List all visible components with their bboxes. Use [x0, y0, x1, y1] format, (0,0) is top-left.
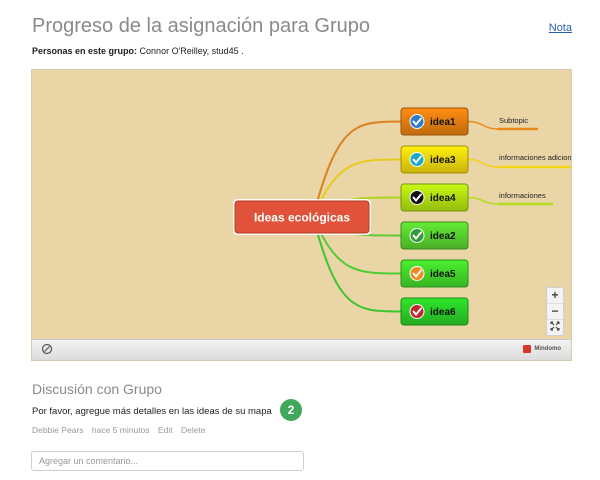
mindomo-logo: Mindomo [523, 345, 561, 353]
node-label: idea4 [430, 193, 456, 204]
zoom-in-button[interactable]: + [547, 288, 563, 303]
mindmap-node[interactable]: idea5 [400, 259, 469, 288]
mindmap-toolbar: Mindomo [32, 339, 571, 360]
mindomo-logo-icon [523, 345, 532, 353]
edit-comment-link[interactable]: Edit [158, 425, 173, 435]
subtopic-label: Subtopic [499, 116, 528, 125]
fit-screen-button[interactable] [547, 319, 563, 335]
comment-time: hace 5 minutos [91, 425, 150, 435]
check-icon [409, 304, 425, 319]
comment-count-badge: 2 [280, 399, 302, 421]
node-label: idea2 [430, 231, 456, 242]
check-icon [409, 228, 425, 243]
check-icon [409, 114, 425, 129]
page-title: Progreso de la asignación para Grupo [32, 15, 370, 37]
subtopic[interactable]: Subtopic [467, 116, 538, 131]
mindmap-node[interactable]: idea4 [400, 183, 469, 212]
check-icon [409, 190, 425, 205]
comment-meta: Debbie Pears hace 5 minutos Edit Delete [32, 425, 212, 435]
node-label: idea3 [430, 155, 456, 166]
comment-author: Debbie Pears [32, 425, 84, 435]
comment-input[interactable] [31, 451, 304, 471]
members-value: Connor O'Reilley, stud45 . [139, 46, 244, 56]
subtopic-label: informaciones adicionales [499, 153, 571, 162]
nota-link[interactable]: Nota [549, 22, 572, 34]
comment-text: Por favor, agregue más detalles en las i… [32, 406, 272, 417]
subtopic[interactable]: informaciones adicionales [467, 153, 571, 169]
node-label: idea1 [430, 117, 456, 128]
check-icon [409, 152, 425, 167]
central-topic-label: Ideas ecológicas [254, 211, 350, 225]
delete-comment-link[interactable]: Delete [181, 425, 206, 435]
group-members: Personas en este grupo: Connor O'Reilley… [32, 46, 244, 56]
mindmap-node[interactable]: idea3 [400, 145, 469, 174]
check-icon [409, 266, 425, 281]
zoom-controls: + − [546, 287, 564, 336]
mindmap-node[interactable]: idea6 [400, 297, 469, 326]
node-label: idea6 [430, 307, 456, 318]
members-label: Personas en este grupo: [32, 46, 138, 56]
mindmap-node[interactable]: idea1 [400, 107, 469, 136]
node-label: idea5 [430, 269, 456, 280]
mindmap-canvas[interactable]: Subtopic informaciones adicionales informa… [32, 70, 571, 340]
discussion-title: Discusión con Grupo [32, 381, 162, 397]
mindmap-node[interactable]: idea2 [400, 221, 469, 250]
subtopic-label: informaciones [499, 191, 546, 200]
fit-screen-icon [550, 321, 560, 331]
mindmap-viewer[interactable]: Subtopic informaciones adicionales informa… [31, 69, 572, 361]
subtopic[interactable]: informaciones [467, 191, 553, 206]
central-topic[interactable]: Ideas ecológicas [233, 199, 371, 235]
navigate-icon[interactable] [41, 343, 53, 355]
mindomo-brand: Mindomo [534, 346, 561, 352]
zoom-out-button[interactable]: − [547, 303, 563, 319]
